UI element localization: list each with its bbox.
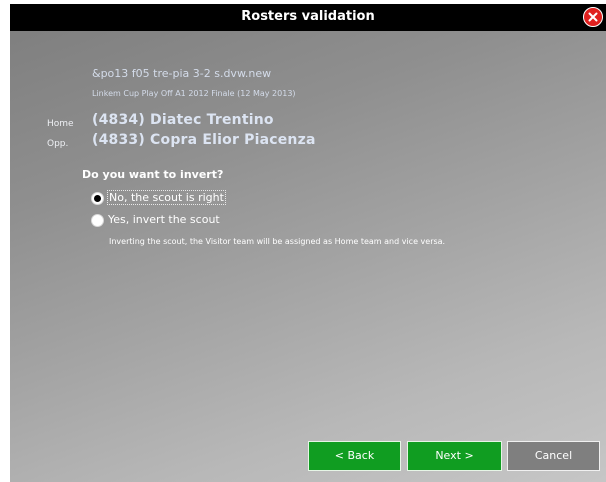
radio-button-checked[interactable] — [91, 192, 104, 205]
back-button[interactable]: < Back — [308, 441, 401, 471]
radio-invert-label[interactable]: Yes, invert the scout — [107, 213, 221, 226]
radio-no-invert-label[interactable]: No, the scout is right — [107, 190, 226, 205]
close-icon — [588, 12, 598, 22]
next-button[interactable]: Next > — [407, 441, 502, 471]
title-bar: Rosters validation — [10, 4, 606, 31]
radio-dot — [94, 195, 101, 202]
invert-question: Do you want to invert? — [82, 168, 224, 181]
home-team: (4834) Diatec Trentino — [92, 112, 274, 128]
home-label: Home — [47, 119, 74, 129]
scout-file-name: &po13 f05 tre-pia 3-2 s.dvw.new — [92, 67, 272, 80]
match-description: Linkem Cup Play Off A1 2012 Finale (12 M… — [92, 89, 296, 98]
opp-team: (4833) Copra Elior Piacenza — [92, 132, 316, 148]
window-title: Rosters validation — [241, 9, 375, 24]
radio-button-unchecked[interactable] — [91, 214, 104, 227]
invert-note: Inverting the scout, the Visitor team wi… — [109, 237, 446, 246]
rosters-validation-window: Rosters validation &po13 f05 tre-pia 3-2… — [10, 4, 606, 482]
opp-label: Opp. — [47, 139, 69, 149]
close-button[interactable] — [583, 7, 603, 27]
cancel-button[interactable]: Cancel — [507, 441, 600, 471]
